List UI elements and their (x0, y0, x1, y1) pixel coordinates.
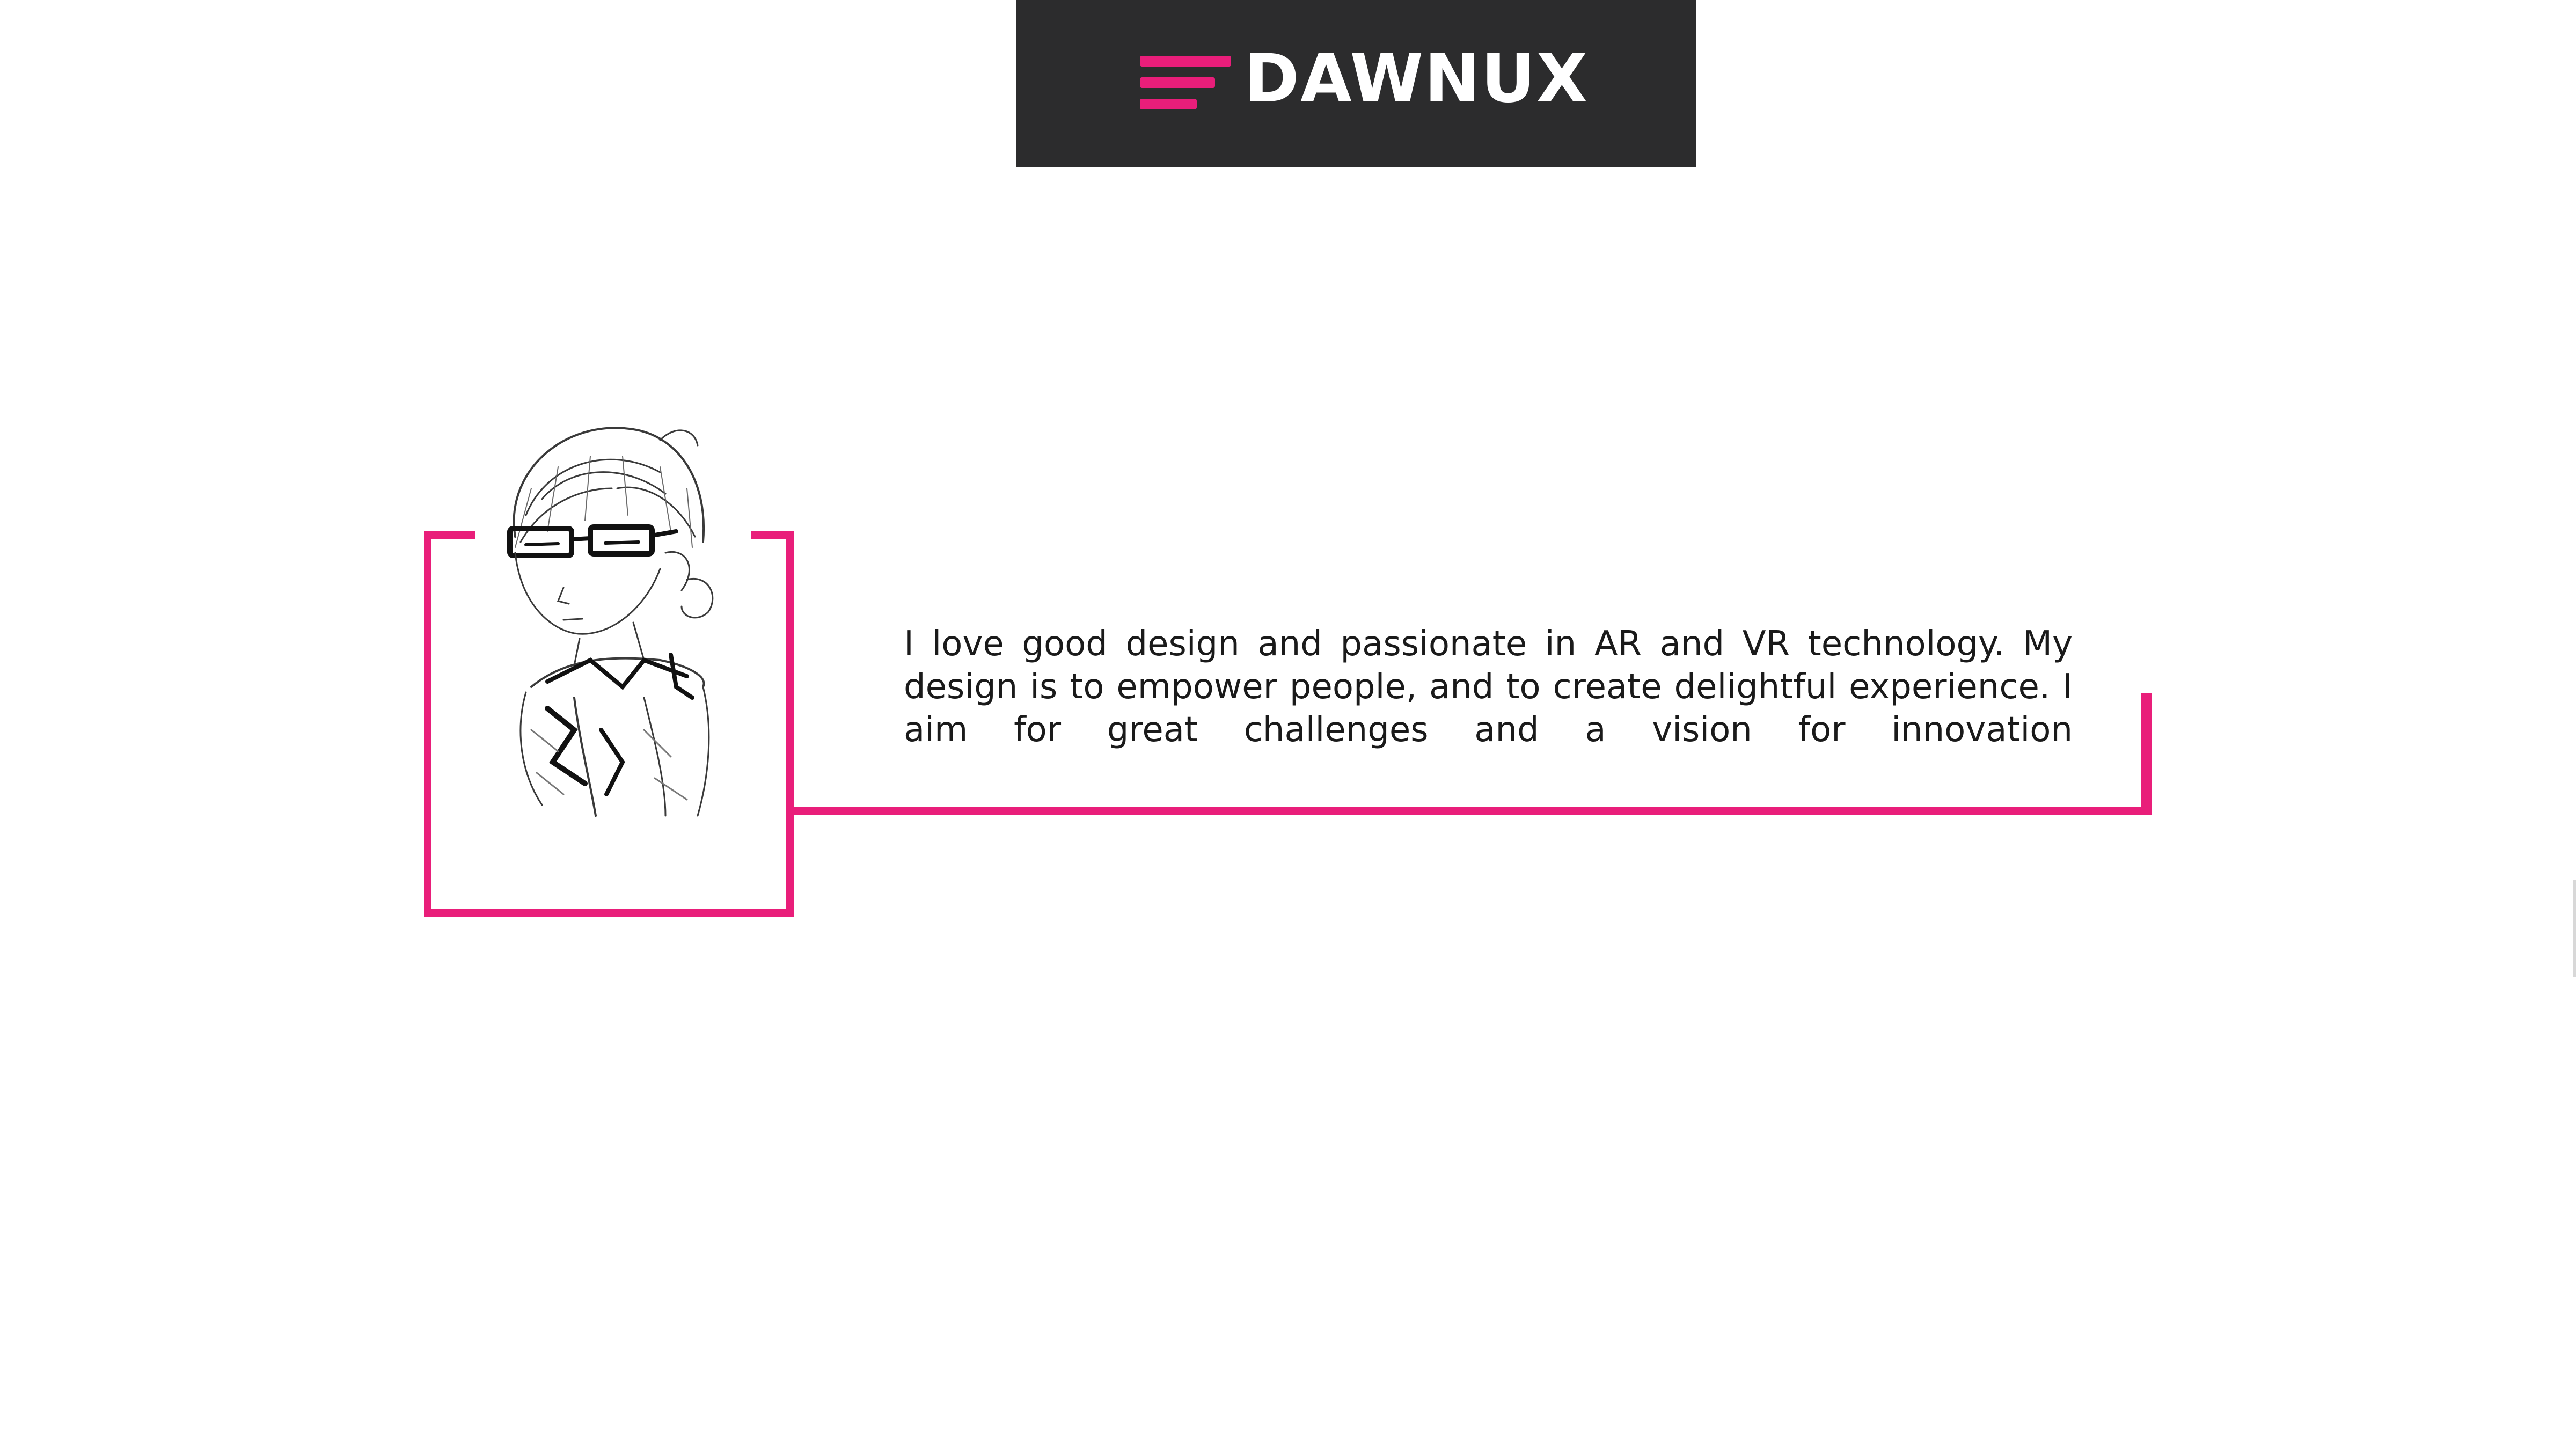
bio-text: I love good design and passionate in AR … (904, 624, 2073, 750)
brand-logo[interactable]: DAWNUX (1244, 39, 1589, 119)
scroll-edge-indicator[interactable] (2573, 880, 2576, 977)
hamburger-menu-icon[interactable] (1140, 56, 1231, 109)
quote-connector-line (786, 807, 2152, 815)
page: DAWNUX I love good design and passionate… (0, 0, 2576, 1449)
header-logo-bar[interactable]: DAWNUX (1016, 0, 1696, 167)
sketch-portrait (507, 427, 714, 817)
quote-connector-end (2141, 693, 2152, 815)
